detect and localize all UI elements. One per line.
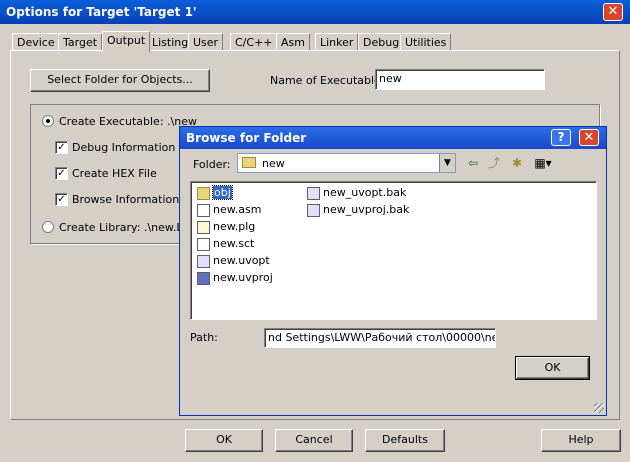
chevron-down-icon[interactable]: ▼ xyxy=(439,154,455,172)
radio-selected-dot xyxy=(46,119,50,123)
list-item-name: new.sct xyxy=(213,237,255,250)
folder-icon xyxy=(242,157,256,168)
tab-device[interactable]: Device xyxy=(12,33,60,51)
folder-label: Folder: xyxy=(193,158,231,171)
create-library-label: Create Library: .\new.LIB xyxy=(59,221,194,234)
browse-folder-dialog: Browse for Folder ? ✕ Folder: new ▼ ⇦ ⤴ … xyxy=(179,126,607,416)
list-item-name: new.uvopt xyxy=(213,254,270,267)
options-window: Options for Target 'Target 1' ✕ Device T… xyxy=(0,0,630,462)
debug-info-checkbox[interactable]: ✓ xyxy=(55,141,68,154)
list-item[interactable]: new.sct xyxy=(197,237,254,253)
list-item-name: new.uvproj xyxy=(213,271,273,284)
list-item[interactable]: new.plg xyxy=(197,220,255,236)
defaults-button[interactable]: Defaults xyxy=(365,429,445,452)
list-item[interactable]: new.uvopt xyxy=(197,254,270,270)
browse-ok-button[interactable]: OK xyxy=(515,356,590,380)
tab-debug[interactable]: Debug xyxy=(358,33,405,51)
create-executable-label: Create Executable: .\new xyxy=(59,115,197,128)
plg-file-icon xyxy=(197,220,210,234)
new-folder-icon[interactable]: ✱ xyxy=(508,154,526,172)
browse-dialog-title: Browse for Folder xyxy=(186,131,307,145)
tab-c-cpp[interactable]: C/C++ xyxy=(230,33,278,51)
list-item[interactable]: new.uvproj xyxy=(197,271,273,287)
browse-info-checkbox[interactable]: ✓ xyxy=(55,193,68,206)
bak-file-icon xyxy=(307,186,320,200)
uvopt-file-icon xyxy=(197,254,210,268)
ok-button[interactable]: OK xyxy=(185,429,263,452)
up-folder-icon[interactable]: ⤴ xyxy=(485,154,503,172)
list-item[interactable]: new_uvopt.bak xyxy=(307,186,406,202)
path-input[interactable]: nd Settings\LWW\Рабочий стол\00000\new\ xyxy=(264,328,496,348)
name-executable-label: Name of Executable: xyxy=(270,74,385,87)
tab-utilities[interactable]: Utilities xyxy=(400,33,452,51)
cancel-button[interactable]: Cancel xyxy=(275,429,353,452)
list-item-name: new.plg xyxy=(213,220,256,233)
debug-info-label: Debug Information xyxy=(72,141,176,154)
window-titlebar[interactable]: Options for Target 'Target 1' ✕ xyxy=(0,0,630,24)
tab-asm[interactable]: Asm xyxy=(276,33,310,51)
name-executable-input[interactable]: new xyxy=(375,69,545,90)
browse-dialog-titlebar[interactable]: Browse for Folder ? ✕ xyxy=(180,127,606,149)
asm-file-icon xyxy=(197,203,210,217)
list-item-name: new_uvproj.bak xyxy=(323,203,410,216)
tab-target[interactable]: Target xyxy=(58,33,103,51)
view-menu-icon[interactable]: ▦▾ xyxy=(532,154,554,172)
create-hex-checkbox[interactable]: ✓ xyxy=(55,167,68,180)
folder-icon xyxy=(197,186,210,200)
bak-file-icon xyxy=(307,203,320,217)
browse-help-button[interactable]: ? xyxy=(551,129,571,146)
tab-listing[interactable]: Listing xyxy=(147,33,194,51)
window-close-button[interactable]: ✕ xyxy=(603,3,623,21)
list-item-name: obj xyxy=(212,185,233,200)
tab-user[interactable]: User xyxy=(188,33,224,51)
back-arrow-icon[interactable]: ⇦ xyxy=(464,154,482,172)
select-folder-button[interactable]: Select Folder for Objects... xyxy=(30,69,210,92)
uvproj-file-icon xyxy=(197,271,210,285)
create-executable-radio[interactable] xyxy=(42,115,54,127)
list-item[interactable]: new.asm xyxy=(197,203,261,219)
folder-combo[interactable]: new ▼ xyxy=(237,153,456,173)
browse-close-button[interactable]: ✕ xyxy=(579,129,599,146)
path-label: Path: xyxy=(190,331,218,344)
folder-combo-value: new xyxy=(262,157,285,170)
list-item-name: new.asm xyxy=(213,203,262,216)
file-list[interactable]: obj new.asm new.plg new.sct new.uvopt ne… xyxy=(190,181,597,320)
tab-linker[interactable]: Linker xyxy=(315,33,359,51)
list-item-name: new_uvopt.bak xyxy=(323,186,407,199)
sct-file-icon xyxy=(197,237,210,251)
create-hex-label: Create HEX File xyxy=(72,167,157,180)
help-button[interactable]: Help xyxy=(541,429,621,452)
browse-info-label: Browse Information xyxy=(72,193,180,206)
resize-grip-icon[interactable] xyxy=(594,403,604,413)
list-item[interactable]: new_uvproj.bak xyxy=(307,203,409,219)
list-item[interactable]: obj xyxy=(197,185,233,202)
tab-output[interactable]: Output xyxy=(102,31,151,52)
create-library-radio[interactable] xyxy=(42,221,54,233)
window-title: Options for Target 'Target 1' xyxy=(6,5,197,19)
